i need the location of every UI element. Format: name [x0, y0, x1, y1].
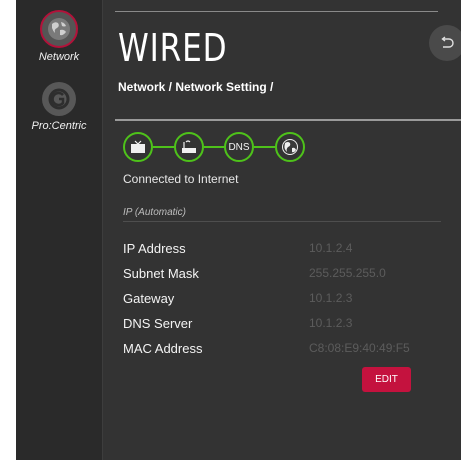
field-value: 10.1.2.4 — [309, 241, 353, 255]
connection-status-text: Connected to Internet — [123, 172, 239, 186]
connection-status-diagram: DNS — [123, 132, 353, 162]
divider — [123, 221, 441, 222]
field-label: DNS Server — [123, 316, 193, 331]
sidebar-item-label: Pro:Centric — [31, 120, 87, 132]
field-value: 10.1.2.3 — [309, 291, 353, 305]
network-globe-icon — [40, 10, 78, 48]
sidebar-item-network[interactable]: Network — [16, 10, 102, 63]
sidebar-item-label: Network — [38, 51, 80, 63]
connection-line — [153, 146, 174, 148]
tv-screen: Network Pro:Centric WIRED Network / Netw… — [16, 0, 461, 460]
edit-button[interactable]: EDIT — [362, 367, 411, 392]
procentric-logo-icon — [42, 82, 76, 116]
field-value: C8:08:E9:40:49:F5 — [309, 341, 410, 355]
router-icon — [174, 132, 204, 162]
tv-icon — [123, 132, 153, 162]
ip-mode-label: IP (Automatic) — [123, 207, 186, 218]
divider — [115, 119, 461, 121]
breadcrumb: Network / Network Setting / — [118, 80, 274, 94]
dns-node: DNS — [224, 132, 254, 162]
divider — [115, 11, 438, 12]
back-button[interactable] — [429, 25, 461, 61]
field-label: Gateway — [123, 291, 175, 306]
page-title: WIRED — [118, 26, 228, 70]
mac-address-row: MAC Address C8:08:E9:40:49:F5 — [123, 341, 443, 361]
sidebar-item-procentric[interactable]: Pro:Centric — [16, 82, 102, 132]
gateway-row: Gateway 10.1.2.3 — [123, 291, 443, 311]
connection-line — [254, 146, 275, 148]
dns-server-row: DNS Server 10.1.2.3 — [123, 316, 443, 336]
field-label: IP Address — [123, 241, 186, 256]
back-arrow-icon — [441, 36, 454, 48]
main-panel: WIRED Network / Network Setting / DNS Co… — [103, 0, 461, 460]
field-value: 255.255.255.0 — [309, 266, 386, 280]
field-label: MAC Address — [123, 341, 203, 356]
field-label: Subnet Mask — [123, 266, 199, 281]
sidebar: Network Pro:Centric — [16, 0, 103, 460]
field-value: 10.1.2.3 — [309, 316, 353, 330]
connection-line — [204, 146, 224, 148]
ip-address-row: IP Address 10.1.2.4 — [123, 241, 443, 261]
internet-globe-icon — [275, 132, 305, 162]
subnet-mask-row: Subnet Mask 255.255.255.0 — [123, 266, 443, 286]
